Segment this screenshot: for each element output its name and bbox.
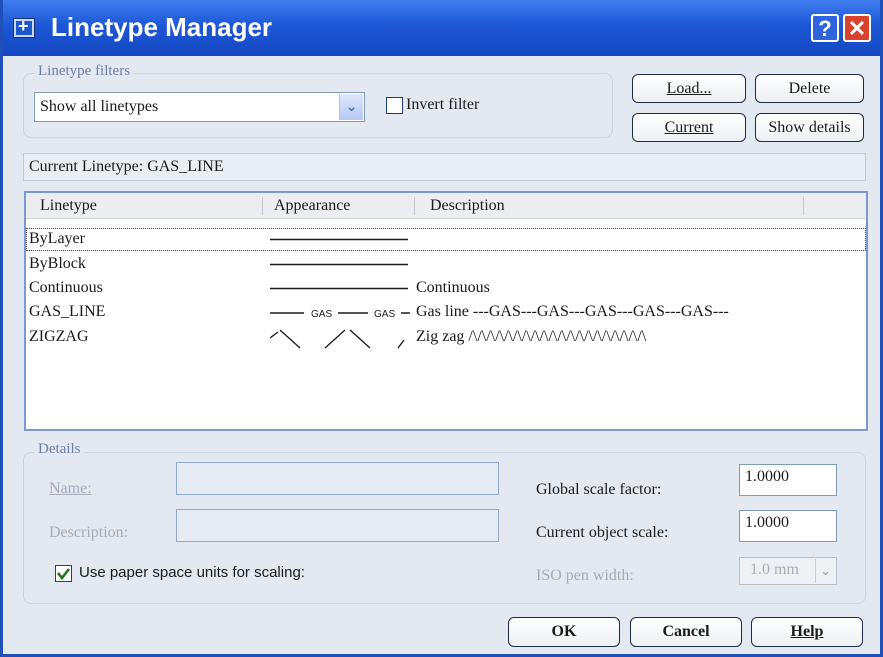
global-scale-input[interactable]: 1.0000 [739,464,837,496]
current-linetype-text: Current Linetype: GAS_LINE [29,158,224,175]
current-button-label: Current [664,119,714,136]
ok-button-label: OK [551,623,577,640]
help-button-label: Help [790,623,824,640]
linetype-list[interactable]: Linetype Appearance Description ByLayer … [24,191,868,431]
object-scale-label: Current object scale: [536,524,669,541]
linetype-manager-dialog: Linetype Manager ? ✕ Linetype filters Sh… [0,0,883,657]
linetype-filter-select[interactable]: Show all linetypes ⌄ [34,92,365,122]
show-details-button[interactable]: Show details [755,113,864,142]
cancel-button-label: Cancel [662,623,710,640]
table-row[interactable]: Continuous Continuous [26,277,866,300]
show-details-button-label: Show details [768,119,851,136]
linetype-description: Zig zag /\/\/\/\/\/\/\/\/\/\/\/\/\/\/\/\… [416,328,647,345]
help-title-button[interactable]: ? [811,14,839,42]
linetype-description: Continuous [416,279,490,296]
table-row[interactable]: ByLayer [26,228,866,251]
details-label: Details [35,441,84,458]
table-row[interactable]: ByBlock [26,253,866,276]
chevron-down-icon[interactable]: ⌄ [339,94,363,120]
invert-filter-label: Invert filter [406,96,480,113]
linetype-name: ByBlock [29,255,86,272]
title-bar[interactable]: Linetype Manager ? ✕ [3,0,880,56]
linetype-filter-value: Show all linetypes [40,98,159,115]
name-field [176,462,499,495]
object-scale-input[interactable]: 1.0000 [739,510,837,542]
column-header-description[interactable]: Description [430,197,505,215]
name-label: Name: [49,480,92,497]
appearance-solid [270,263,408,266]
column-header-appearance[interactable]: Appearance [274,197,350,215]
iso-pen-width-value: 1.0 mm [750,561,799,578]
paper-space-checkbox[interactable] [55,565,72,582]
list-header: Linetype Appearance Description [26,193,866,219]
load-button[interactable]: Load... [632,74,746,103]
paper-space-label: Use paper space units for scaling: [79,564,305,581]
linetype-name: ByLayer [29,230,85,247]
column-divider[interactable] [262,197,263,215]
column-divider[interactable] [414,197,415,215]
iso-pen-width-label: ISO pen width: [536,567,634,584]
chevron-down-icon: ⌄ [815,559,835,583]
ok-button[interactable]: OK [508,617,620,647]
checkmark-icon [56,568,71,581]
global-scale-label: Global scale factor: [536,481,662,498]
table-row[interactable]: ZIGZAG Zig zag /\/\/\/\/\/\/\/\/\/\/\/\/… [26,326,866,349]
appearance-solid [270,238,408,241]
iso-pen-width-select: 1.0 mm ⌄ [739,557,837,585]
linetype-filters-label: Linetype filters [35,63,134,80]
description-field [176,509,499,542]
window-title: Linetype Manager [51,12,273,42]
appearance-zigzag [270,329,405,349]
help-button[interactable]: Help [751,617,863,647]
column-divider[interactable] [803,197,804,215]
gas-appearance-text: GAS [374,309,395,320]
current-button[interactable]: Current [632,113,746,142]
object-scale-value: 1.0000 [745,514,789,531]
invert-filter-checkbox[interactable] [386,97,403,114]
cancel-button[interactable]: Cancel [630,617,742,647]
table-row[interactable]: GAS_LINE GAS GAS Gas line ---GAS---GAS--… [26,301,866,324]
app-icon [13,16,35,38]
delete-button-label: Delete [788,80,831,97]
close-button[interactable]: ✕ [843,14,871,42]
current-linetype-status: Current Linetype: GAS_LINE [23,153,866,181]
description-label: Description: [49,524,129,541]
appearance-solid [270,287,408,290]
appearance-gas-line: GAS GAS [270,309,410,320]
linetype-name: ZIGZAG [29,328,89,345]
gas-appearance-text: GAS [311,309,332,320]
load-button-label: Load... [666,80,712,97]
linetype-name: GAS_LINE [29,303,106,320]
delete-button[interactable]: Delete [755,74,864,103]
linetype-description: Gas line ---GAS---GAS---GAS---GAS---GAS-… [416,303,729,320]
column-header-linetype[interactable]: Linetype [40,197,97,215]
linetype-name: Continuous [29,279,103,296]
global-scale-value: 1.0000 [745,468,789,485]
